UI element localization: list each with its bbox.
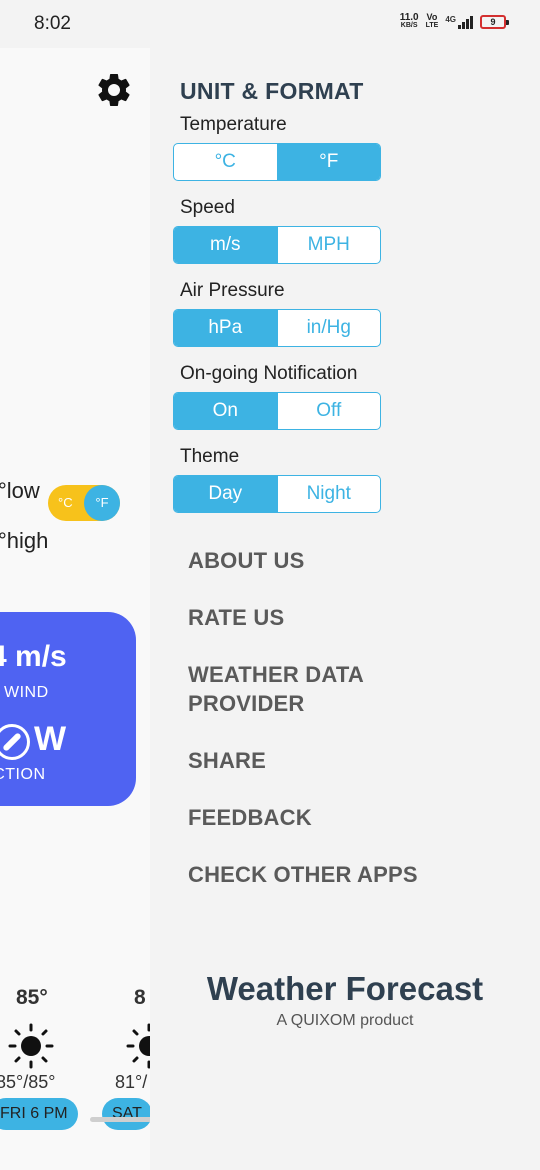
forecast-temp: 8 xyxy=(134,986,146,1009)
menu-share[interactable]: SHARE xyxy=(188,746,266,775)
option-celsius[interactable]: °C xyxy=(174,144,277,180)
status-time: 8:02 xyxy=(34,13,71,34)
speed-unit-selector: m/s MPH xyxy=(173,226,381,264)
celsius-label: °C xyxy=(58,495,73,510)
low-temp-label: °low xyxy=(0,478,40,503)
option-day[interactable]: Day xyxy=(174,476,277,512)
compass-icon xyxy=(0,724,30,760)
signal-icon: 4G xyxy=(445,15,473,29)
section-title: UNIT & FORMAT xyxy=(180,78,364,104)
option-fahrenheit[interactable]: °F xyxy=(276,144,380,180)
status-bar: 8:02 11.0 KB/S Vo LTE 4G 9 xyxy=(0,0,540,48)
forecast-temp: 85° xyxy=(16,986,48,1009)
wind-direction-value: W xyxy=(34,720,67,758)
settings-drawer: UNIT & FORMAT Temperature °C °F Speed m/… xyxy=(150,48,540,1170)
temperature-unit-toggle[interactable]: °C °F xyxy=(48,485,120,521)
high-temp-label: °high xyxy=(0,528,49,553)
menu-feedback[interactable]: FEEDBACK xyxy=(188,803,312,832)
network-speed: 11.0 KB/S xyxy=(399,12,419,30)
notification-label: On-going Notification xyxy=(180,363,358,384)
wind-direction-label: RECTION xyxy=(0,766,46,783)
speed-label: Speed xyxy=(180,197,235,218)
app-brand-title: Weather Forecast xyxy=(206,970,484,1007)
wind-label: WIND xyxy=(4,684,49,701)
battery-icon: 9 xyxy=(480,14,509,29)
sun-icon xyxy=(8,1023,54,1069)
app-brand-subtitle: A QUIXOM product xyxy=(276,1012,414,1029)
wind-speed-value: 4 m/s xyxy=(0,640,67,673)
volte-icon: Vo LTE xyxy=(425,12,439,30)
sun-icon xyxy=(126,1023,150,1069)
menu-weather-data-provider[interactable]: WEATHER DATA PROVIDER xyxy=(188,660,418,718)
forecast-day-pill[interactable]: FRI 6 PM xyxy=(0,1098,78,1130)
theme-selector: Day Night xyxy=(173,475,381,513)
option-on[interactable]: On xyxy=(174,393,277,429)
option-hpa[interactable]: hPa xyxy=(174,310,277,346)
forecast-range: 85°/85° xyxy=(0,1072,56,1092)
notification-selector: On Off xyxy=(173,392,381,430)
temperature-unit-selector: °C °F xyxy=(173,143,381,181)
gear-icon[interactable] xyxy=(94,70,134,110)
forecast-range: 81°/ xyxy=(115,1072,148,1092)
theme-label: Theme xyxy=(180,446,240,467)
menu-about-us[interactable]: ABOUT US xyxy=(188,546,305,575)
temperature-label: Temperature xyxy=(180,114,287,135)
fahrenheit-knob: °F xyxy=(84,485,120,521)
forecast-day-pill[interactable]: SAT xyxy=(102,1098,150,1130)
option-ms[interactable]: m/s xyxy=(174,227,277,263)
wind-card: 4 m/s WIND W RECTION xyxy=(0,612,136,806)
option-off[interactable]: Off xyxy=(276,393,381,429)
menu-rate-us[interactable]: RATE US xyxy=(188,603,284,632)
weather-main-screen: °low °high °C °F 4 m/s WIND W RECTION 85… xyxy=(0,48,150,1170)
option-night[interactable]: Night xyxy=(276,476,381,512)
option-mph[interactable]: MPH xyxy=(276,227,381,263)
air-pressure-label: Air Pressure xyxy=(180,280,285,301)
option-inhg[interactable]: in/Hg xyxy=(276,310,381,346)
menu-check-other-apps[interactable]: CHECK OTHER APPS xyxy=(188,860,418,889)
pressure-unit-selector: hPa in/Hg xyxy=(173,309,381,347)
status-icons: 11.0 KB/S Vo LTE 4G 9 xyxy=(399,12,509,30)
